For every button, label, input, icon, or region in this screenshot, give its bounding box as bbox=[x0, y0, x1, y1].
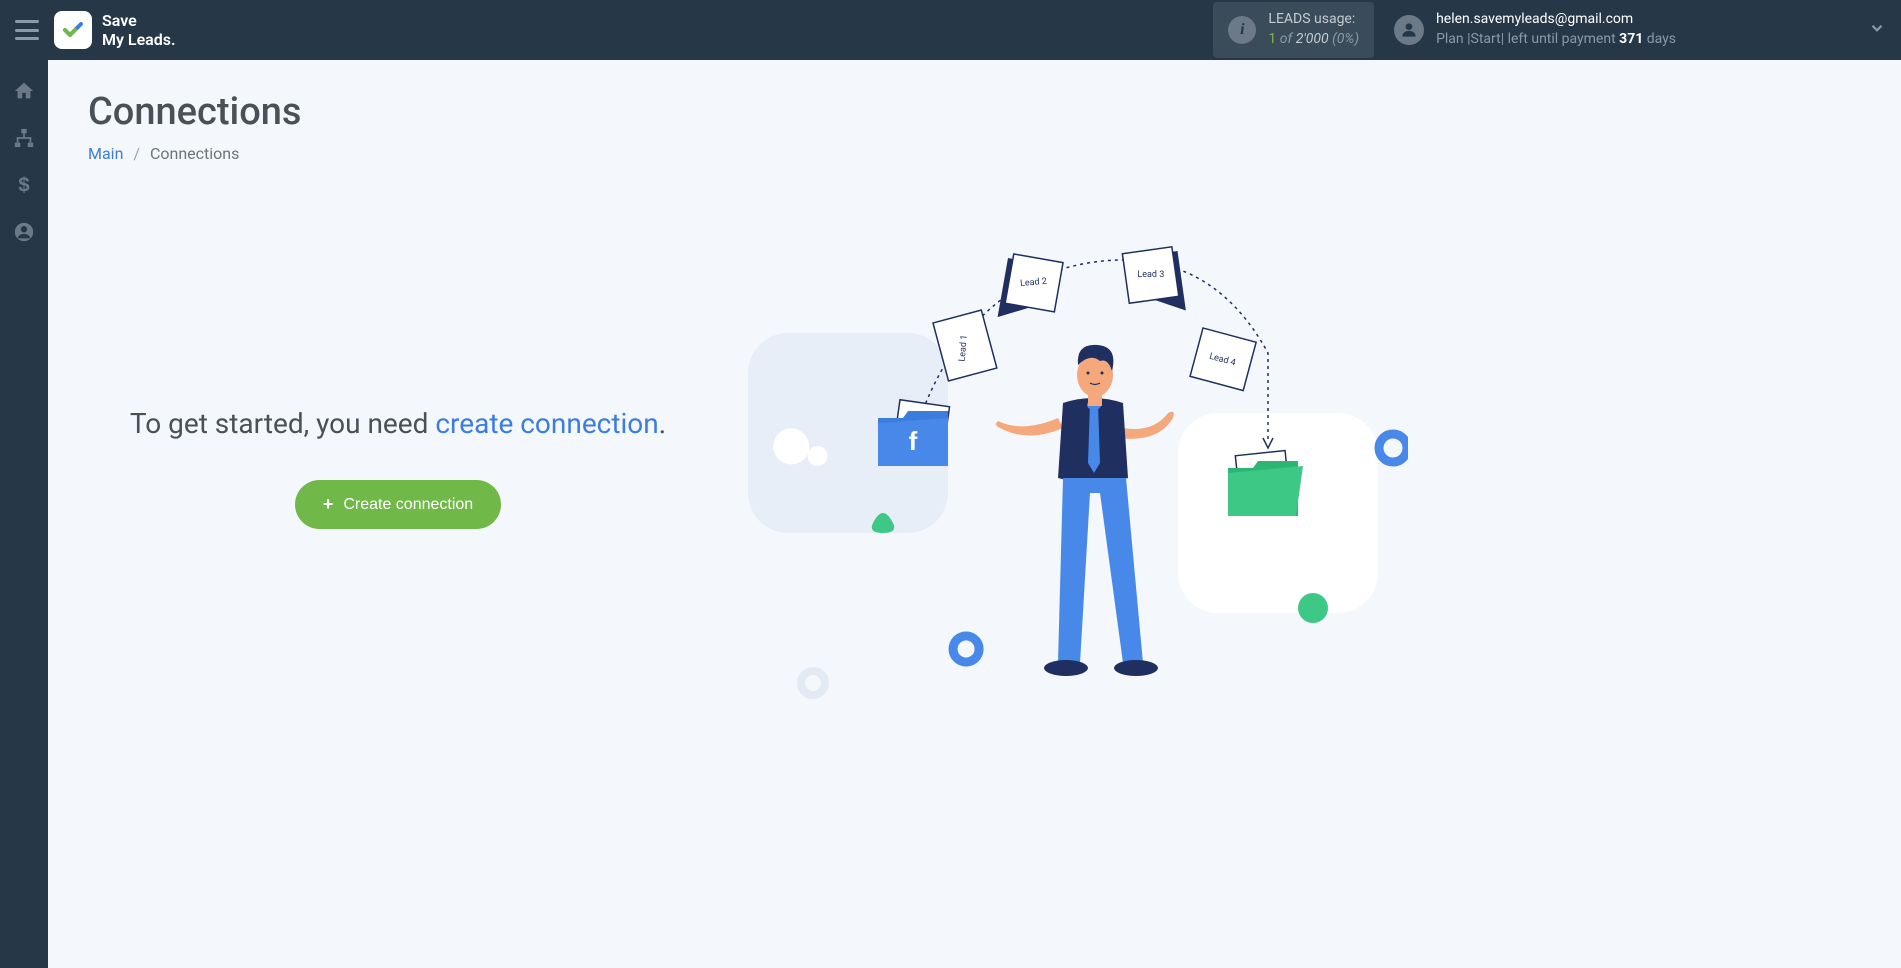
svg-text:Lead 3: Lead 3 bbox=[1137, 270, 1164, 280]
breadcrumb-main-link[interactable]: Main bbox=[88, 144, 123, 163]
create-connection-link[interactable]: create connection bbox=[435, 407, 658, 440]
logo-icon bbox=[54, 11, 92, 49]
info-icon: i bbox=[1228, 16, 1256, 44]
empty-state-illustration: Lead 1 Lead 2 Lead 3 Lead 4 bbox=[708, 203, 1861, 703]
breadcrumb-separator: / bbox=[133, 144, 140, 163]
sidebar-billing-icon[interactable]: $ bbox=[13, 174, 35, 196]
user-avatar-icon bbox=[1394, 15, 1424, 45]
sidebar-home-icon[interactable] bbox=[13, 80, 35, 102]
sidebar-connections-icon[interactable] bbox=[13, 127, 35, 149]
main-content: Connections Main / Connections To get st… bbox=[48, 60, 1901, 968]
app-header: Save My Leads. i LEADS usage: 1 of 2'000… bbox=[0, 0, 1901, 60]
logo-text: Save My Leads. bbox=[102, 11, 176, 49]
svg-text:f: f bbox=[909, 426, 918, 456]
leads-usage-text: LEADS usage: 1 of 2'000 (0%) bbox=[1268, 10, 1359, 49]
breadcrumb-current: Connections bbox=[150, 144, 239, 163]
plus-icon: + bbox=[323, 494, 334, 515]
menu-toggle-button[interactable] bbox=[15, 20, 39, 40]
user-info: helen.savemyleads@gmail.com Plan |Start|… bbox=[1436, 10, 1676, 49]
page-title: Connections bbox=[88, 90, 1861, 134]
svg-text:$: $ bbox=[18, 174, 29, 196]
create-connection-button[interactable]: + Create connection bbox=[295, 480, 501, 529]
chevron-down-icon bbox=[1868, 19, 1886, 41]
sidebar-nav: $ bbox=[0, 60, 48, 968]
app-logo[interactable]: Save My Leads. bbox=[54, 11, 176, 49]
breadcrumb: Main / Connections bbox=[88, 144, 1861, 163]
empty-state: To get started, you need create connecti… bbox=[88, 203, 708, 529]
leads-usage-badge[interactable]: i LEADS usage: 1 of 2'000 (0%) bbox=[1213, 2, 1374, 57]
user-menu[interactable]: helen.savemyleads@gmail.com Plan |Start|… bbox=[1394, 10, 1886, 49]
sidebar-account-icon[interactable] bbox=[13, 221, 35, 243]
empty-state-text: To get started, you need create connecti… bbox=[88, 403, 708, 445]
